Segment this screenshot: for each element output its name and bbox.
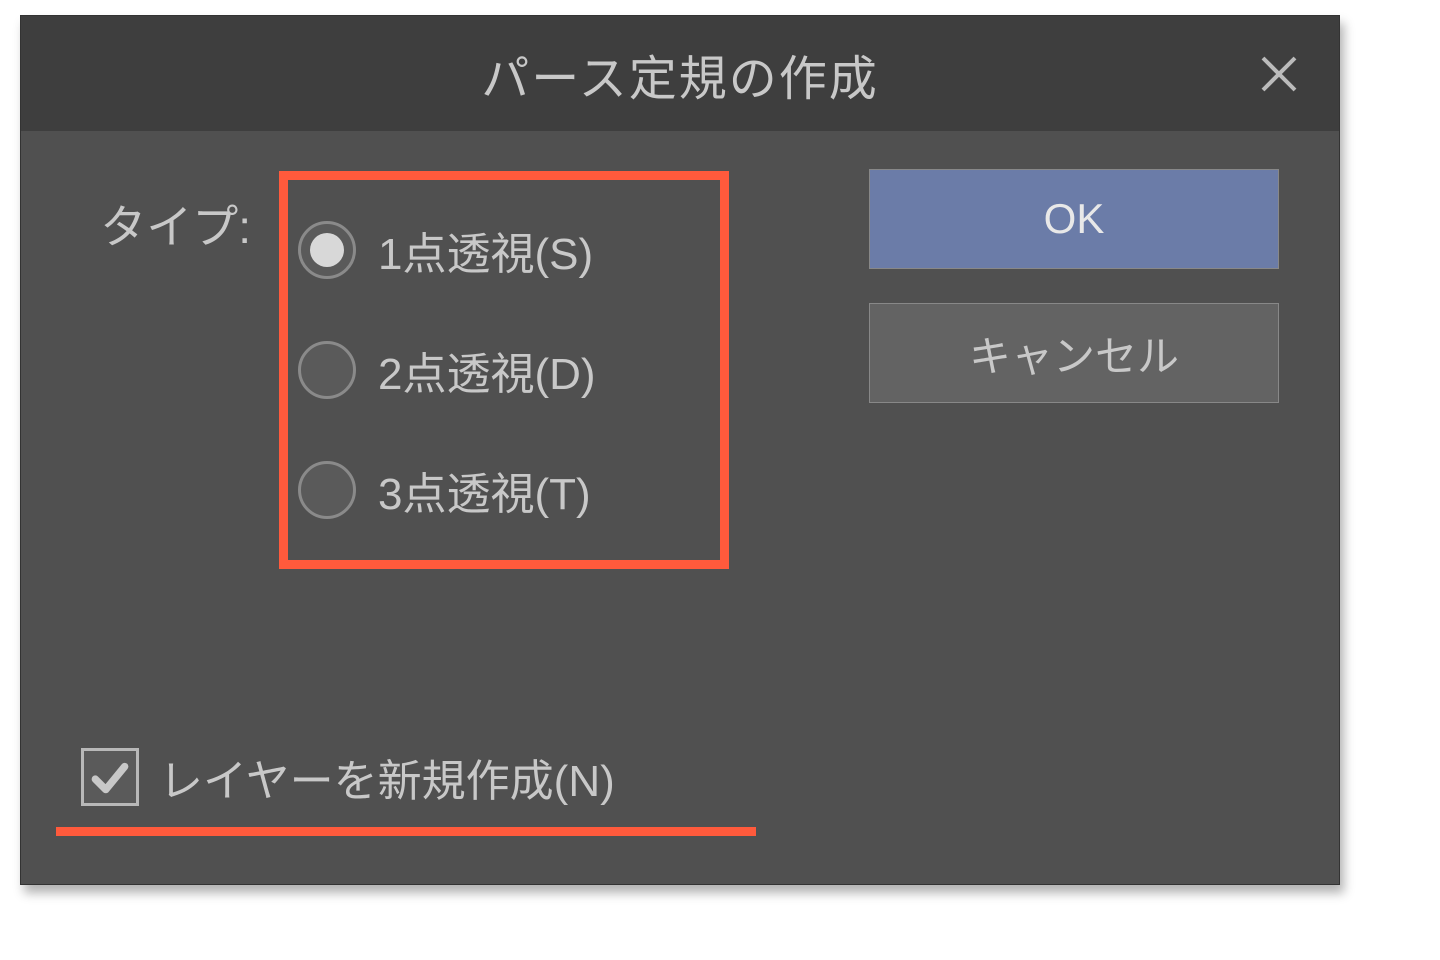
close-button[interactable] xyxy=(1254,49,1304,99)
checkbox-label: レイヤーを新規作成(N) xyxy=(159,745,615,809)
radio-icon xyxy=(298,341,356,399)
checkbox-icon xyxy=(81,748,139,806)
radio-label: 1点透視(S) xyxy=(378,218,593,282)
ok-button[interactable]: OK xyxy=(869,169,1279,269)
dialog-title: パース定規の作成 xyxy=(481,39,879,109)
dialog-buttons: OK キャンセル xyxy=(869,169,1279,403)
radio-icon xyxy=(298,461,356,519)
radio-label: 2点透視(D) xyxy=(378,338,596,402)
new-layer-checkbox-row[interactable]: レイヤーを新規作成(N) xyxy=(81,745,615,809)
radio-1point[interactable]: 1点透視(S) xyxy=(298,190,680,310)
perspective-type-radio-group: 1点透視(S) 2点透視(D) 3点透視(T) xyxy=(279,171,729,569)
radio-3point[interactable]: 3点透視(T) xyxy=(298,430,680,550)
radio-label: 3点透視(T) xyxy=(378,458,591,522)
type-label: タイプ: xyxy=(71,171,251,257)
dialog-titlebar: パース定規の作成 xyxy=(21,16,1339,131)
ok-button-label: OK xyxy=(1044,195,1105,243)
close-icon xyxy=(1259,54,1299,94)
cancel-button-label: キャンセル xyxy=(969,323,1179,384)
checkmark-icon xyxy=(89,756,131,798)
dialog-content: タイプ: 1点透視(S) 2点透視(D) 3点透視(T) OK xyxy=(21,131,1339,884)
radio-icon xyxy=(298,221,356,279)
perspective-ruler-dialog: パース定規の作成 タイプ: 1点透視(S) 2点透視(D) xyxy=(20,15,1340,885)
cancel-button[interactable]: キャンセル xyxy=(869,303,1279,403)
annotation-underline xyxy=(56,827,756,836)
radio-2point[interactable]: 2点透視(D) xyxy=(298,310,680,430)
